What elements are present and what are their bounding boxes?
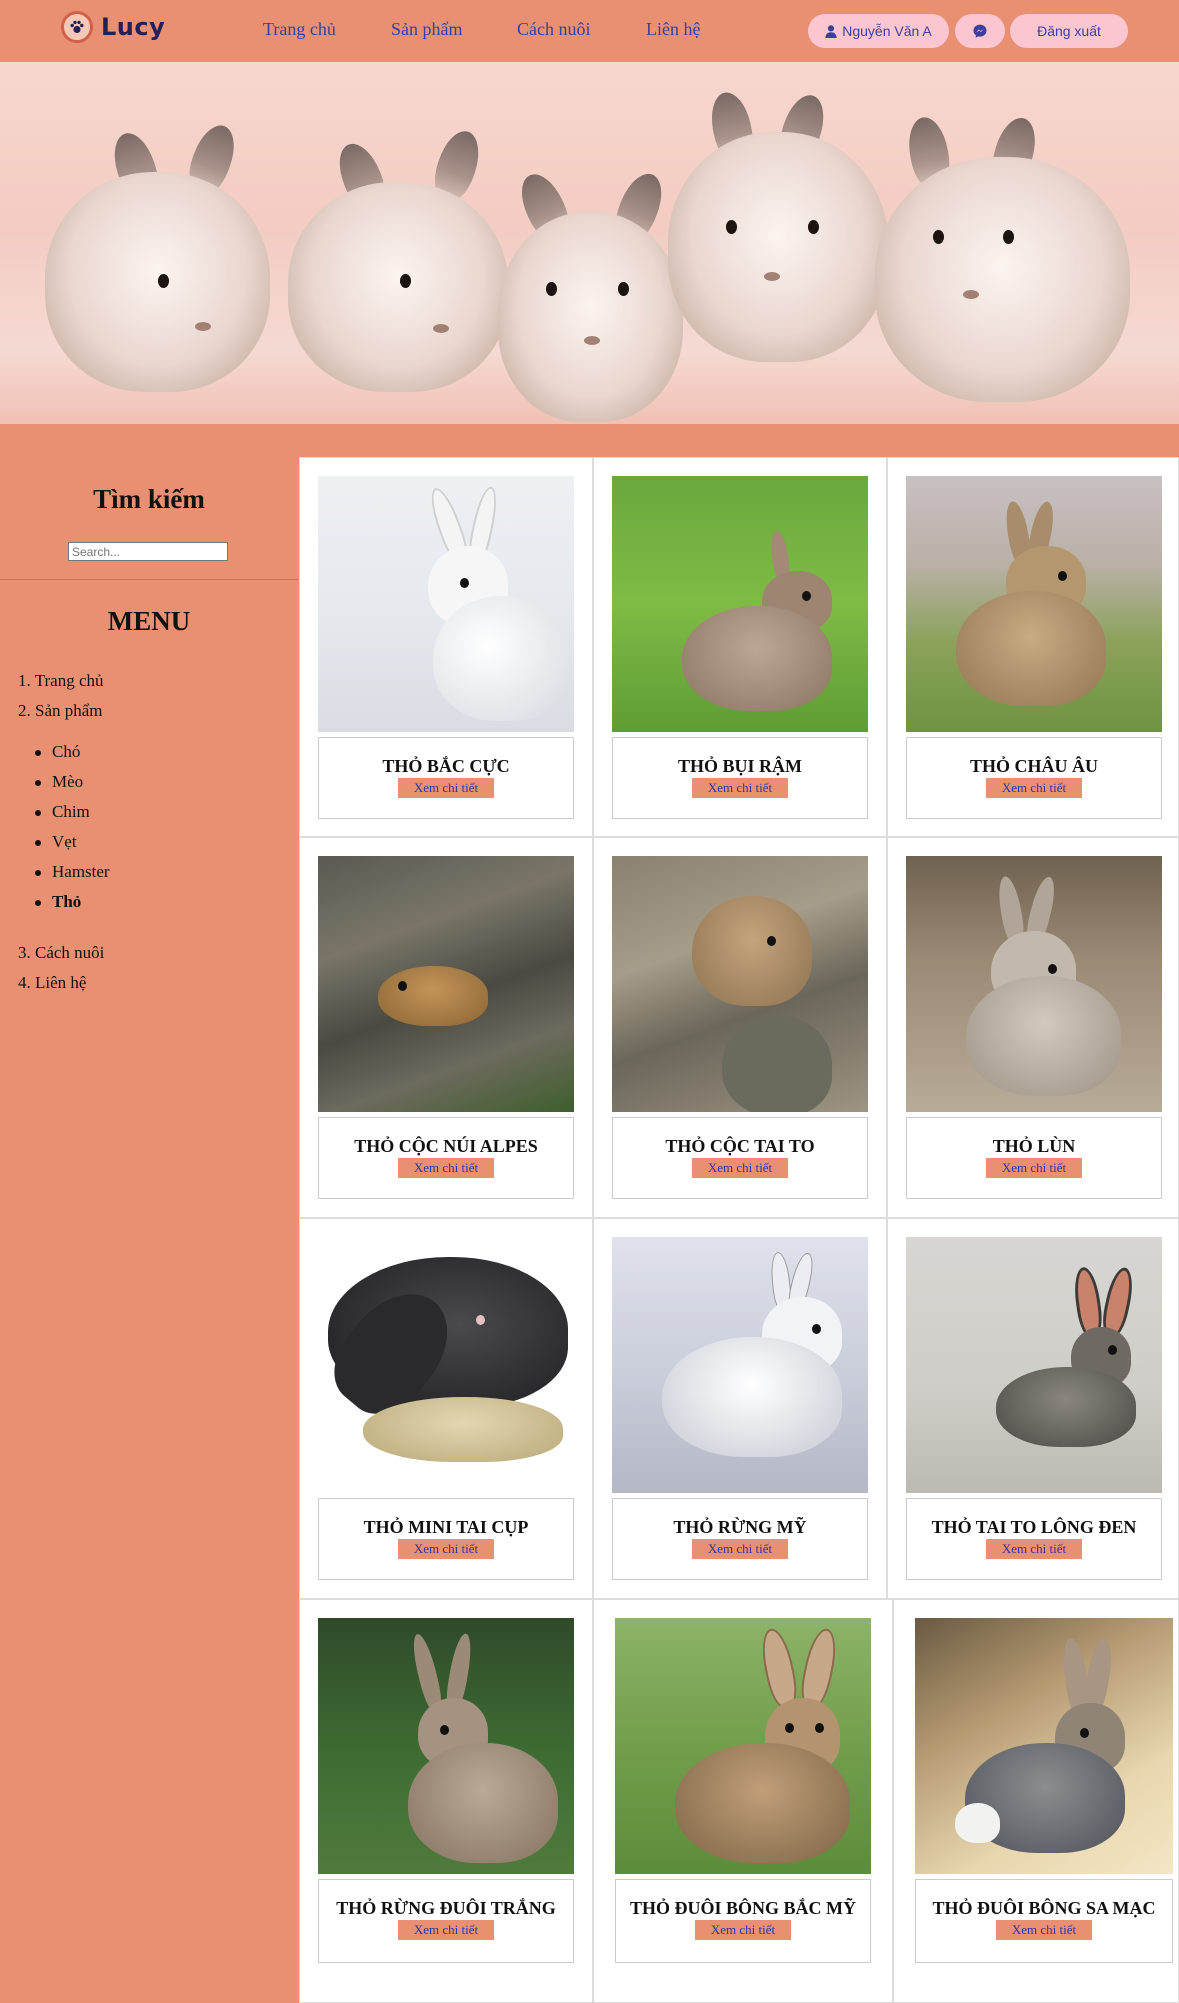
product-name: THỎ BẮC CỰC (382, 756, 510, 776)
product-image[interactable] (612, 1237, 868, 1493)
product-caption: THỎ CỘC TAI TO Xem chi tiết (612, 1117, 868, 1199)
product-image[interactable] (915, 1618, 1173, 1874)
product-card: THỎ MINI TAI CỤP Xem chi tiết (299, 1218, 593, 1599)
menu-item-home[interactable]: 1. Trang chủ (18, 671, 104, 691)
user-icon (825, 24, 837, 38)
product-name: THỎ ĐUÔI BÔNG BẮC MỸ (629, 1898, 856, 1918)
menu-item-label: Sản phẩm (35, 701, 103, 720)
submenu-item-rabbit[interactable]: Thỏ (34, 892, 81, 912)
submenu-item-hamster[interactable]: Hamster (35, 862, 110, 882)
product-name: THỎ BỤI RẬM (677, 756, 802, 776)
menu-item-contact[interactable]: 4. Liên hệ (18, 973, 86, 993)
product-caption: THỎ CỘC NÚI ALPES Xem chi tiết (318, 1117, 574, 1199)
search-input[interactable] (68, 542, 228, 561)
product-image[interactable] (318, 1618, 574, 1874)
messenger-icon (973, 24, 987, 38)
product-name: THỎ ĐUÔI BÔNG SA MẠC (932, 1898, 1156, 1918)
product-image[interactable] (612, 856, 868, 1112)
nav-link-contact[interactable]: Liên hệ (646, 19, 700, 40)
sidebar: Tìm kiếm MENU 1. Trang chủ 2. Sản phẩm C… (0, 424, 298, 2003)
detail-button[interactable]: Xem chi tiết (691, 1158, 789, 1178)
menu-item-number: 3. (18, 943, 31, 962)
product-card: THỎ BẮC CỰC Xem chi tiết (299, 457, 593, 837)
product-image[interactable] (906, 1237, 1162, 1493)
detail-button[interactable]: Xem chi tiết (397, 778, 495, 798)
hero-banner-image (0, 62, 1179, 424)
nav-link-home[interactable]: Trang chủ (263, 19, 336, 40)
search-heading: Tìm kiếm (93, 484, 205, 514)
detail-button[interactable]: Xem chi tiết (985, 1539, 1083, 1559)
product-image[interactable] (615, 1618, 871, 1874)
product-card: THỎ TAI TO LÔNG ĐEN Xem chi tiết (887, 1218, 1179, 1599)
menu-item-number: 4. (18, 973, 31, 992)
nav-link-care[interactable]: Cách nuôi (517, 19, 591, 40)
detail-button[interactable]: Xem chi tiết (694, 1920, 792, 1940)
product-name: THỎ MINI TAI CỤP (363, 1517, 529, 1537)
product-caption: THỎ LÙN Xem chi tiết (906, 1117, 1162, 1199)
product-card: THỎ BỤI RẬM Xem chi tiết (593, 457, 887, 837)
product-card: THỎ RỪNG ĐUÔI TRẮNG Xem chi tiết (299, 1599, 593, 2003)
submenu-item-parrot[interactable]: Vẹt (35, 832, 77, 852)
detail-button[interactable]: Xem chi tiết (397, 1539, 495, 1559)
menu-item-label: Liên hệ (35, 973, 87, 992)
product-card: THỎ ĐUÔI BÔNG SA MẠC Xem chi tiết (893, 1599, 1179, 2003)
product-caption: THỎ BẮC CỰC Xem chi tiết (318, 737, 574, 819)
product-name: THỎ RỪNG MỸ (673, 1517, 807, 1537)
nav-link-products[interactable]: Sản phẩm (391, 19, 463, 40)
product-image[interactable] (318, 856, 574, 1112)
product-image[interactable] (906, 856, 1162, 1112)
brand-name: Lucy (101, 13, 166, 41)
messenger-button[interactable] (955, 14, 1005, 48)
menu-item-care[interactable]: 3. Cách nuôi (18, 943, 104, 963)
product-name: THỎ CHÂU ÂU (969, 756, 1098, 776)
product-caption: THỎ ĐUÔI BÔNG SA MẠC Xem chi tiết (915, 1879, 1173, 1963)
product-name: THỎ CỘC NÚI ALPES (354, 1136, 538, 1156)
menu-heading: MENU (107, 606, 191, 636)
product-name: THỎ TAI TO LÔNG ĐEN (931, 1517, 1137, 1537)
paw-icon (61, 11, 93, 43)
product-image[interactable] (906, 476, 1162, 732)
product-card: THỎ CHÂU ÂU Xem chi tiết (887, 457, 1179, 837)
product-caption: THỎ RỪNG MỸ Xem chi tiết (612, 1498, 868, 1580)
product-card: THỎ LÙN Xem chi tiết (887, 837, 1179, 1218)
detail-button[interactable]: Xem chi tiết (397, 1158, 495, 1178)
detail-button[interactable]: Xem chi tiết (995, 1920, 1093, 1940)
user-button[interactable]: Nguyễn Văn A (808, 14, 949, 48)
user-name: Nguyễn Văn A (842, 23, 932, 39)
product-caption: THỎ BỤI RẬM Xem chi tiết (612, 737, 868, 819)
product-name: THỎ RỪNG ĐUÔI TRẮNG (336, 1898, 556, 1918)
submenu-item-cat[interactable]: Mèo (34, 772, 83, 792)
product-caption: THỎ ĐUÔI BÔNG BẮC MỸ Xem chi tiết (615, 1879, 871, 1963)
menu-item-number: 2. (18, 701, 31, 720)
menu-item-label: Trang chủ (34, 671, 104, 690)
product-caption: THỎ TAI TO LÔNG ĐEN Xem chi tiết (906, 1498, 1162, 1580)
product-caption: THỎ MINI TAI CỤP Xem chi tiết (318, 1498, 574, 1580)
product-caption: THỎ CHÂU ÂU Xem chi tiết (906, 737, 1162, 819)
product-name: THỎ CỘC TAI TO (665, 1136, 815, 1156)
top-header: Lucy Trang chủ Sản phẩm Cách nuôi Liên h… (0, 0, 1179, 62)
menu-item-products[interactable]: 2. Sản phẩm (18, 701, 103, 721)
product-card: THỎ CỘC TAI TO Xem chi tiết (593, 837, 887, 1218)
brand-logo[interactable]: Lucy (61, 11, 165, 43)
product-image[interactable] (318, 476, 574, 732)
detail-button[interactable]: Xem chi tiết (397, 1920, 495, 1940)
logout-button[interactable]: Đăng xuất (1010, 14, 1128, 48)
detail-button[interactable]: Xem chi tiết (985, 778, 1083, 798)
product-image[interactable] (318, 1237, 574, 1493)
product-caption: THỎ RỪNG ĐUÔI TRẮNG Xem chi tiết (318, 1879, 574, 1963)
product-card: THỎ ĐUÔI BÔNG BẮC MỸ Xem chi tiết (593, 1599, 893, 2003)
detail-button[interactable]: Xem chi tiết (691, 1539, 789, 1559)
submenu-item-bird[interactable]: Chim (35, 802, 90, 822)
menu-item-label: Cách nuôi (35, 943, 105, 962)
menu-item-number: 1. (18, 671, 31, 690)
logout-label: Đăng xuất (1037, 23, 1101, 39)
detail-button[interactable]: Xem chi tiết (985, 1158, 1083, 1178)
product-image[interactable] (612, 476, 868, 732)
product-card: THỎ RỪNG MỸ Xem chi tiết (593, 1218, 887, 1599)
product-name: THỎ LÙN (992, 1136, 1076, 1156)
product-card: THỎ CỘC NÚI ALPES Xem chi tiết (299, 837, 593, 1218)
detail-button[interactable]: Xem chi tiết (691, 778, 789, 798)
sidebar-divider (0, 579, 298, 580)
submenu-item-dog[interactable]: Chó (34, 742, 80, 762)
